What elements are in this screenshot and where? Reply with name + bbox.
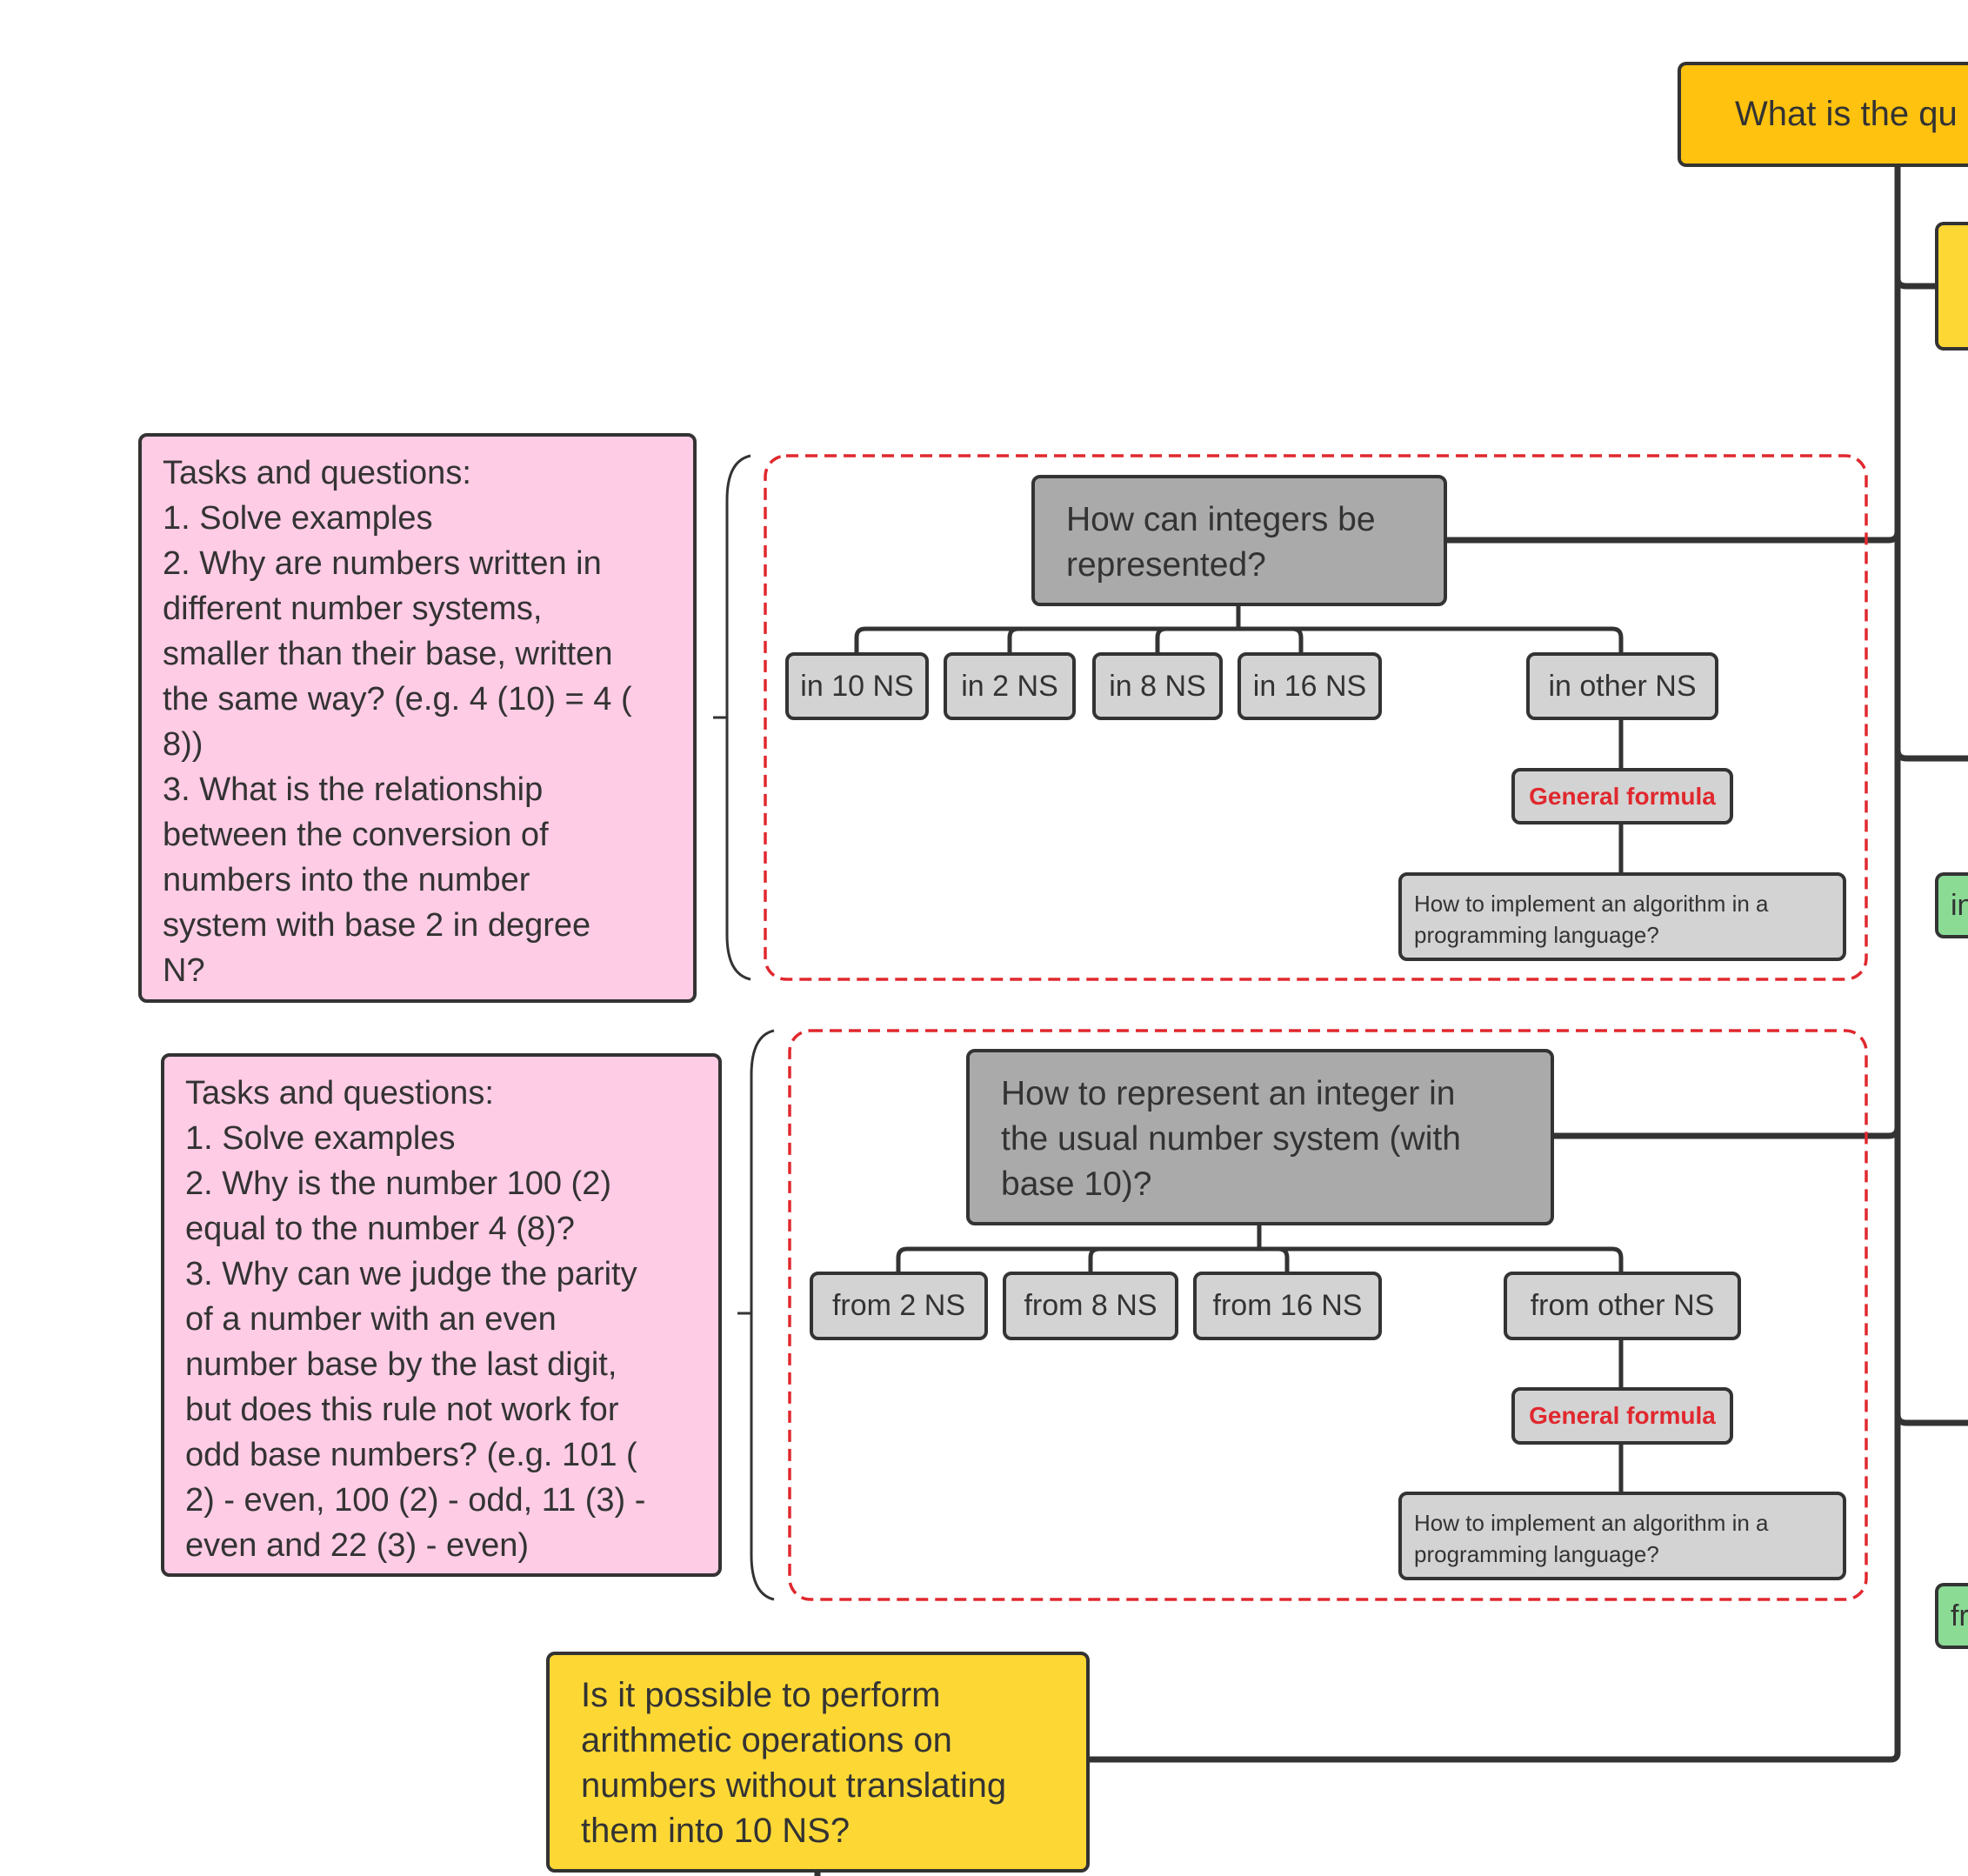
branch-right-3 [1894,1413,1968,1426]
text-line: 1. Solve examples [185,1120,456,1157]
green-node-1-label: in [1951,888,1968,922]
leaf-from-2-ns[interactable]: from 2 NS [810,1272,988,1340]
text-line: equal to the number 4 (8)? [185,1211,575,1247]
text-line: the same way? (e.g. 4 (10) = 4 ( [163,681,632,718]
text-line: smaller than their base, written [163,636,613,672]
general-formula-node-1[interactable]: General formula [1511,768,1733,825]
text-line: 2) - even, 100 (2) - odd, 11 (3) - [185,1482,646,1519]
text-line: the usual number system (with [1001,1120,1461,1158]
leaf-in-2-ns[interactable]: in 2 NS [944,652,1076,720]
leaf-from-16-ns[interactable]: from 16 NS [1193,1272,1382,1340]
text-line: represented? [1066,546,1266,584]
text-line: Tasks and questions: [163,455,471,491]
root-node[interactable]: What is the qu [1678,62,1968,167]
text-line: them into 10 NS? [581,1812,851,1850]
text-line: numbers into the number [163,862,530,898]
leaf-label: in 16 NS [1252,669,1367,703]
text-line: 1. Solve examples [163,500,433,537]
text-line: How can integers be [1066,501,1376,538]
leaf-label: in other NS [1548,669,1697,703]
implement-node-2[interactable]: How to implement an algorithm in a progra… [1398,1492,1846,1580]
text-line: system with base 2 in degree [163,907,591,944]
text-line: even and 22 (3) - even) [185,1527,530,1564]
leaf-label: in 8 NS [1109,669,1206,703]
green-node-1[interactable]: in [1935,872,1968,938]
text-line: Tasks and questions: [185,1075,494,1112]
text-line: numbers without translating [581,1766,1007,1805]
text-line: N? [163,952,205,989]
implement-node-1[interactable]: How to implement an algorithm in a progra… [1398,872,1846,961]
text-line: programming language? [1414,922,1659,948]
leaf-from-other-ns[interactable]: from other NS [1504,1272,1741,1340]
topic-node-integers-represented[interactable]: How can integers be represented? [1031,475,1447,606]
branch-topic-1 [1447,531,1901,544]
text-line: between the conversion of [163,817,549,853]
green-node-2-label: fr [1951,1599,1968,1632]
text-line: 8)) [163,726,203,763]
text-line: 3. What is the relationship [163,771,544,808]
question-node-right[interactable] [1935,222,1968,350]
green-node-2[interactable]: fr [1935,1583,1968,1649]
leaf-in-other-ns[interactable]: in other NS [1526,652,1718,720]
leaf-in-10-ns[interactable]: in 10 NS [785,652,929,720]
leaf-in-16-ns[interactable]: in 16 NS [1238,652,1382,720]
text-line: of a number with an even [185,1301,557,1338]
text-line: number base by the last digit, [185,1346,617,1383]
text-line: How to implement an algorithm in a [1414,891,1769,917]
general-formula-node-2[interactable]: General formula [1511,1387,1733,1445]
tasks-note-1[interactable]: Tasks and questions: 1. Solve examples 2. … [138,433,697,1003]
formula-label: General formula [1529,1402,1716,1429]
brace-1 [713,454,751,981]
bracket-group2 [896,1225,1624,1492]
topic-node-represent-base-10[interactable]: How to represent an integer in the usual … [966,1049,1554,1225]
leaf-label: in 2 NS [961,669,1058,703]
brace-2 [737,1029,775,1601]
tasks-note-2[interactable]: Tasks and questions: 1. Solve examples 2. … [161,1053,722,1577]
root-node-label: What is the qu [1735,95,1958,133]
question-node-arithmetic[interactable]: Is it possible to perform arithmetic oper… [546,1652,1090,1873]
branch-right-1 [1894,277,1935,290]
text-line: arithmetic operations on [581,1721,952,1759]
text-line: but does this rule not work for [185,1392,619,1428]
leaf-in-8-ns[interactable]: in 8 NS [1092,652,1223,720]
text-line: 2. Why are numbers written in [163,545,602,582]
text-line: How to represent an integer in [1001,1075,1456,1112]
text-line: base 10)? [1001,1165,1152,1203]
branch-topic-2 [1554,1126,1901,1139]
text-line: Is it possible to perform [581,1676,941,1714]
leaf-label: in 10 NS [800,669,914,703]
branch-right-2 [1894,749,1968,762]
text-line: 3. Why can we judge the parity [185,1256,637,1292]
leaf-label: from 8 NS [1024,1289,1157,1322]
text-line: How to implement an algorithm in a [1414,1510,1769,1536]
leaf-from-8-ns[interactable]: from 8 NS [1003,1272,1178,1340]
text-line: programming language? [1414,1541,1659,1567]
formula-label: General formula [1529,782,1716,810]
text-line: different number systems, [163,591,543,627]
bracket-group1 [854,606,1624,872]
leaf-label: from other NS [1530,1289,1715,1322]
leaf-label: from 2 NS [831,1289,966,1322]
leaf-label: from 16 NS [1212,1289,1363,1322]
text-line: 2. Why is the number 100 (2) [185,1165,611,1202]
text-line: odd base numbers? (e.g. 101 ( [185,1437,637,1473]
